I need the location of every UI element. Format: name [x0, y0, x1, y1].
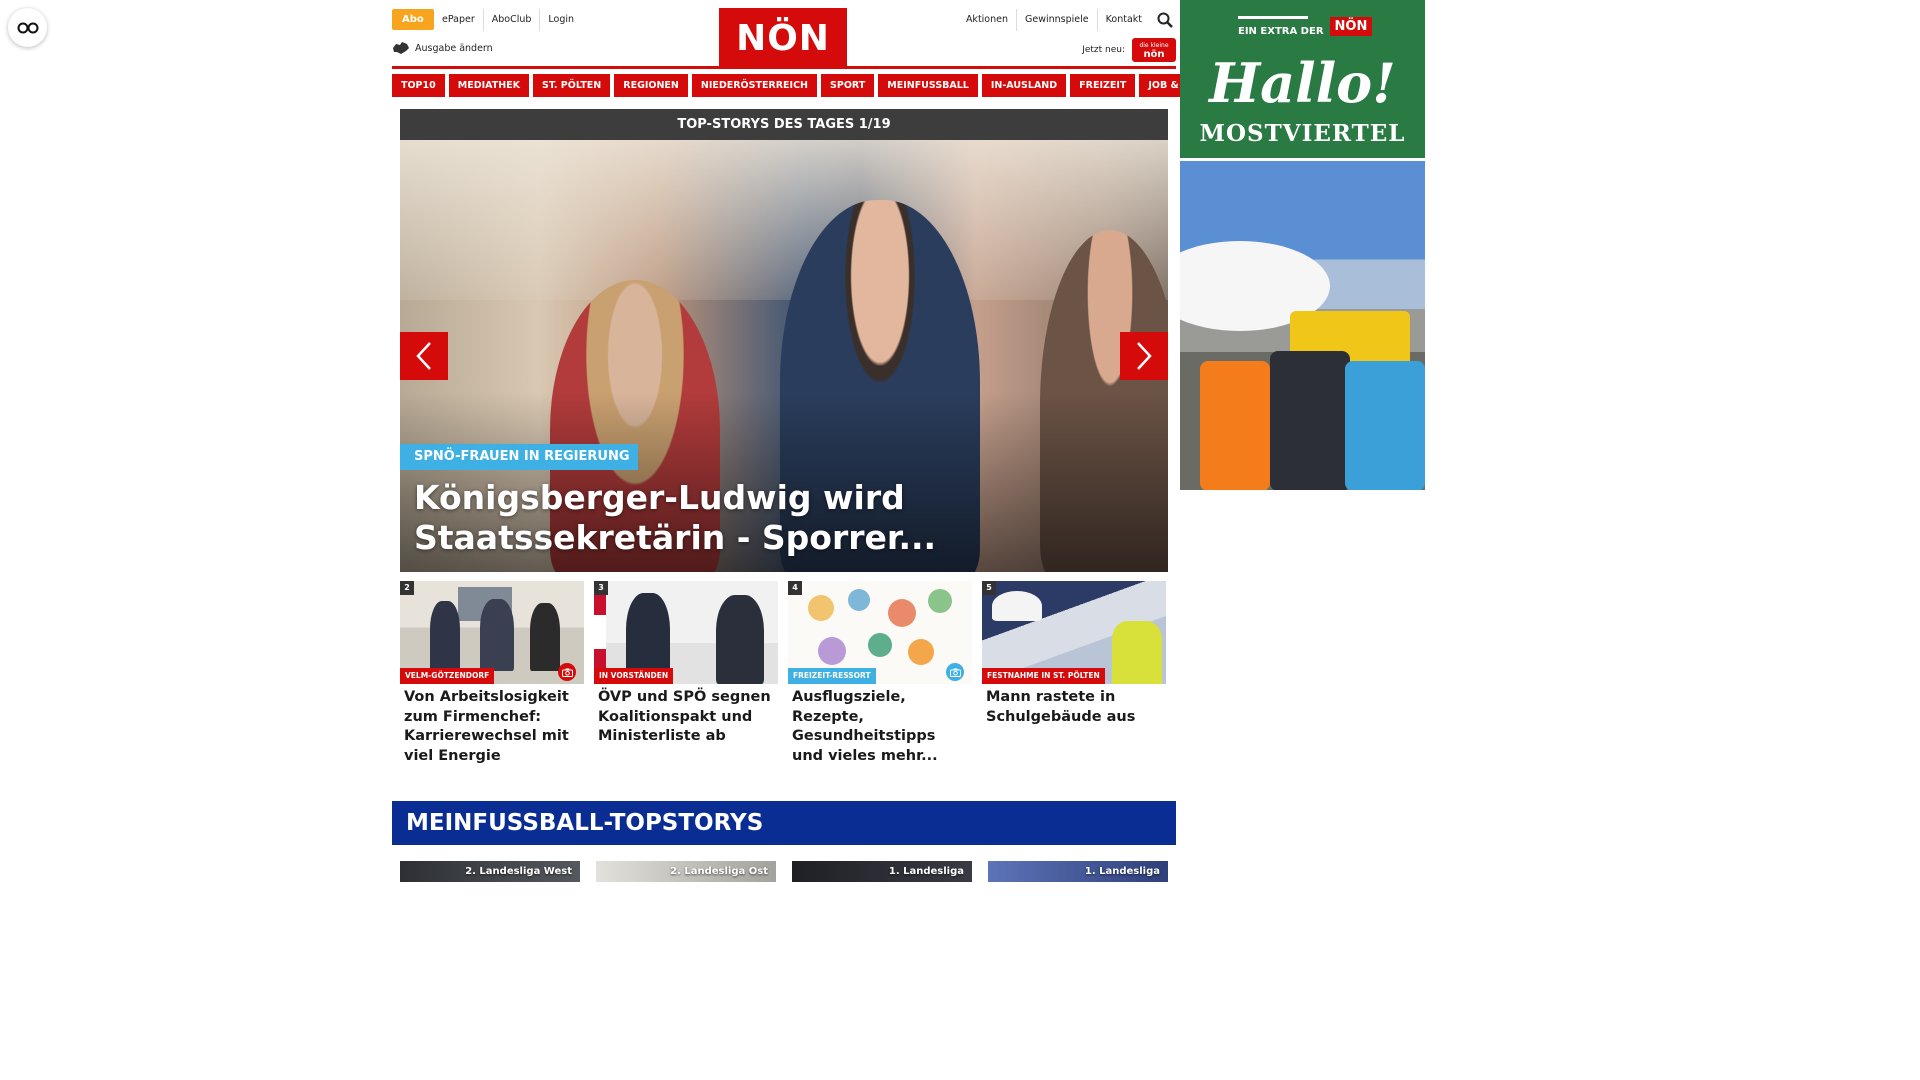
gewinnspiele-link[interactable]: Gewinnspiele	[1016, 9, 1097, 31]
main-column: Abo ePaper AboClub Login NÖN Aktionen Ge…	[392, 0, 1245, 882]
aboclub-link[interactable]: AboClub	[482, 9, 540, 31]
ad-hallo: Hallo!	[1209, 51, 1396, 115]
nav-mediathek[interactable]: MEDIATHEK	[448, 74, 530, 97]
hero-headline[interactable]: Königsberger-Ludwig wird Staatssekretäri…	[414, 478, 1114, 558]
teaser-title[interactable]: ÖVP und SPÖ segnen Koalitionspakt und Mi…	[594, 684, 778, 747]
top-stories-slider: TOP-STORYS DES TAGES 1/19 SPNÖ-FRAUEN IN…	[400, 109, 1168, 572]
illustration-dot	[848, 589, 870, 611]
teaser-tag[interactable]: VELM-GÖTZENDORF	[400, 668, 495, 684]
ad-extra-text: EIN EXTRA DER	[1238, 26, 1324, 37]
meinfussball-card[interactable]: 1. Landesliga	[988, 861, 1168, 882]
kleine-noen-name: nön	[1143, 49, 1165, 60]
illustration-dot	[908, 639, 934, 665]
teaser-image[interactable]: 3 IN VORSTÄNDEN	[594, 581, 778, 684]
jetzt-neu: Jetzt neu: die kleine nön	[1082, 38, 1176, 62]
top-bar: Abo ePaper AboClub Login NÖN Aktionen Ge…	[392, 0, 1176, 68]
teaser-card[interactable]: 3 IN VORSTÄNDEN ÖVP und SPÖ segnen Koali…	[594, 581, 778, 766]
teaser-photo-shape	[1112, 621, 1162, 684]
teaser-image[interactable]: 2 VELM-GÖTZENDORF	[400, 581, 584, 684]
teaser-photo-shape	[480, 599, 514, 671]
teaser-number: 4	[788, 581, 802, 595]
teaser-number: 3	[594, 581, 608, 595]
teaser-tag[interactable]: FESTNAHME IN ST. PÖLTEN	[982, 668, 1105, 684]
teaser-tag[interactable]: IN VORSTÄNDEN	[594, 668, 674, 684]
nav-freizeit[interactable]: FREIZEIT	[1070, 74, 1136, 97]
league-label: 1. Landesliga	[888, 866, 964, 877]
illustration-dot	[868, 633, 892, 657]
teaser-image[interactable]: 4 FREIZEIT-RESSORT	[788, 581, 972, 684]
slider-prev-button[interactable]	[400, 332, 448, 380]
kontakt-link[interactable]: Kontakt	[1096, 9, 1150, 31]
nav-top10[interactable]: TOP10	[392, 74, 445, 97]
chevron-left-icon	[416, 342, 431, 370]
camera-icon	[946, 663, 964, 681]
meinfussball-card[interactable]: 2. Landesliga West	[400, 861, 580, 882]
meinfussball-section-title[interactable]: MEINFUSSBALL-TOPSTORYS	[392, 801, 1176, 845]
league-label: 2. Landesliga West	[465, 866, 572, 877]
illustration-dot	[808, 595, 834, 621]
login-link[interactable]: Login	[539, 9, 582, 31]
nav-niederoesterreich[interactable]: NIEDERÖSTERREICH	[691, 74, 818, 97]
teaser-photo-shape	[430, 601, 460, 671]
jetzt-neu-label: Jetzt neu:	[1082, 45, 1125, 55]
slider-title: TOP-STORYS DES TAGES 1/19	[400, 109, 1168, 140]
teaser-image[interactable]: 5 FESTNAHME IN ST. PÖLTEN	[982, 581, 1166, 684]
teaser-title[interactable]: Ausflugsziele, Rezepte, Gesundheitstipps…	[788, 684, 972, 766]
slider-next-button[interactable]	[1120, 332, 1168, 380]
teaser-photo-shape	[992, 591, 1042, 621]
teaser-title[interactable]: Von Arbeitslosigkeit zum Firmenchef: Kar…	[400, 684, 584, 766]
teaser-photo-shape	[530, 603, 560, 671]
ad-extra-line: EIN EXTRA DER NÖN	[1238, 14, 1373, 37]
kleine-noen-badge[interactable]: die kleine nön	[1132, 38, 1176, 62]
teaser-card[interactable]: 5 FESTNAHME IN ST. PÖLTEN Mann rastete i…	[982, 581, 1166, 766]
glasses-icon	[17, 22, 38, 33]
abo-button[interactable]: Abo	[392, 9, 434, 30]
nav-st-poelten[interactable]: ST. PÖLTEN	[533, 74, 611, 97]
top-links-left: ePaper AboClub Login	[434, 9, 582, 31]
illustration-dot	[928, 589, 952, 613]
hero-photo-wall	[400, 140, 1168, 300]
teaser-number: 2	[400, 581, 414, 595]
camera-icon	[558, 663, 576, 681]
nav-sport[interactable]: SPORT	[821, 74, 875, 97]
aktionen-link[interactable]: Aktionen	[958, 9, 1016, 31]
ad-photo-shape	[1200, 361, 1270, 490]
ad-photo-shape	[1270, 351, 1350, 490]
ad-noen-logo: NÖN	[1329, 17, 1373, 36]
ad-region: MOSTVIERTEL	[1199, 120, 1406, 147]
teaser-card[interactable]: 4 FREIZEIT-RESSORT Ausflugsziele, Rezept…	[788, 581, 972, 766]
noen-logo[interactable]: NÖN	[719, 8, 847, 68]
airport-ad[interactable]	[1180, 161, 1425, 490]
teaser-photo-shape	[716, 595, 764, 684]
ad-rule	[1238, 16, 1308, 19]
edition-switch[interactable]: Ausgabe ändern	[392, 41, 493, 55]
league-label: 2. Landesliga Ost	[670, 866, 768, 877]
main-nav: TOP10 MEDIATHEK ST. PÖLTEN REGIONEN NIED…	[392, 74, 1245, 97]
reading-mode-button[interactable]	[8, 8, 47, 47]
search-icon[interactable]	[1154, 9, 1176, 31]
teaser-tag[interactable]: FREIZEIT-RESSORT	[788, 668, 876, 684]
meinfussball-cards: 2. Landesliga West 2. Landesliga Ost 1. …	[400, 861, 1168, 882]
hero-kicker[interactable]: SPNÖ-FRAUEN IN REGIERUNG	[400, 444, 638, 470]
nav-regionen[interactable]: REGIONEN	[614, 74, 688, 97]
hero-story[interactable]: SPNÖ-FRAUEN IN REGIERUNG Königsberger-Lu…	[400, 140, 1168, 572]
edition-label: Ausgabe ändern	[415, 42, 493, 54]
ad-photo-shape	[1345, 361, 1425, 490]
nav-in-ausland[interactable]: IN-AUSLAND	[981, 74, 1067, 97]
teaser-number: 5	[982, 581, 996, 595]
epaper-link[interactable]: ePaper	[434, 9, 483, 31]
meinfussball-card[interactable]: 2. Landesliga Ost	[596, 861, 776, 882]
austria-map-icon	[393, 42, 409, 54]
meinfussball-card[interactable]: 1. Landesliga	[792, 861, 972, 882]
top-links-right: Aktionen Gewinnspiele Kontakt	[958, 9, 1176, 31]
illustration-dot	[818, 637, 846, 665]
illustration-dot	[888, 599, 916, 627]
teaser-card[interactable]: 2 VELM-GÖTZENDORF Von Arbeitslosigkeit z…	[400, 581, 584, 766]
teaser-title[interactable]: Mann rastete in Schulgebäude aus	[982, 684, 1166, 727]
league-label: 1. Landesliga	[1084, 866, 1160, 877]
teaser-row: 2 VELM-GÖTZENDORF Von Arbeitslosigkeit z…	[400, 581, 1168, 766]
nav-meinfussball[interactable]: MEINFUSSBALL	[878, 74, 978, 97]
chevron-right-icon	[1137, 342, 1152, 370]
hallo-mostviertel-ad[interactable]: EIN EXTRA DER NÖN Hallo! MOSTVIERTEL	[1180, 0, 1425, 158]
